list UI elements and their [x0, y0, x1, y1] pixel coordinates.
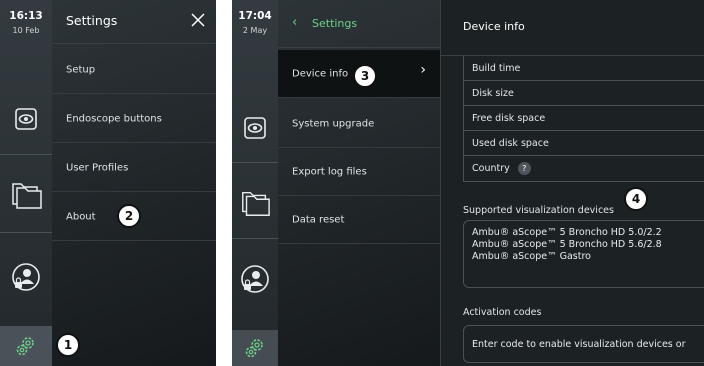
chevron-right-icon: › [420, 62, 426, 78]
settings-header: Settings [52, 0, 216, 44]
settings-screen-b: 17:04 2 May ‹ Settings Device info › Sys… [232, 0, 704, 366]
info-row-label: Used disk space [472, 137, 549, 149]
menu-item-setup[interactable]: Setup [52, 46, 216, 94]
eye-icon[interactable] [244, 117, 266, 139]
side-rail: 17:04 2 May [232, 0, 278, 366]
info-row-disk-size: Disk size [464, 81, 704, 106]
close-icon[interactable] [190, 12, 206, 32]
device-item: Ambu® aScope™ 5 Broncho HD 5.0/2.2 [472, 227, 662, 238]
eye-icon[interactable] [15, 108, 37, 130]
folders-icon[interactable] [9, 180, 43, 210]
supported-devices-label: Supported visualization devices [463, 205, 614, 216]
settings-menu: ‹ Settings Device info › System upgrade … [278, 0, 441, 366]
callout-2: 2 [117, 204, 141, 228]
menu-item-endoscope-buttons[interactable]: Endoscope buttons [52, 95, 216, 143]
menu-item-label: Setup [66, 64, 96, 75]
settings-screen-a: 16:13 10 Feb Settings Setup Endoscope bu… [0, 0, 216, 366]
info-row-free-disk-space: Free disk space [464, 106, 704, 131]
menu-item-system-upgrade[interactable]: System upgrade [278, 100, 440, 148]
detail-title: Device info [463, 20, 525, 33]
info-row-label: Free disk space [472, 112, 546, 124]
clock-date: 2 May [242, 26, 268, 35]
detail-header: Device info [441, 0, 704, 56]
callout-4: 4 [624, 187, 648, 211]
back-label[interactable]: Settings [312, 17, 357, 30]
menu-item-label: Data reset [292, 214, 345, 225]
clock-time: 16:13 [9, 10, 43, 22]
menu-item-label: User Profiles [66, 162, 129, 173]
menu-item-label: About [66, 211, 96, 222]
menu-item-label: System upgrade [292, 118, 375, 129]
info-row-used-disk-space: Used disk space [464, 131, 704, 156]
callout-3: 3 [353, 64, 377, 88]
menu-item-label: Endoscope buttons [66, 113, 162, 124]
activation-code-input[interactable]: Enter code to enable visualization devic… [463, 325, 704, 363]
side-rail: 16:13 10 Feb [0, 0, 52, 366]
settings-header[interactable]: ‹ Settings [278, 0, 440, 48]
gear-icon[interactable] [232, 330, 278, 366]
menu-item-data-reset[interactable]: Data reset [278, 196, 440, 244]
menu-item-label: Device info [292, 68, 349, 79]
settings-menu: Settings Setup Endoscope buttons User Pr… [52, 0, 216, 366]
info-row-label: Country [472, 163, 510, 174]
info-row-country: Country ? [464, 156, 704, 181]
info-row-label: Build time [472, 62, 521, 74]
menu-title: Settings [66, 13, 118, 28]
menu-item-export-log-files[interactable]: Export log files [278, 148, 440, 196]
gear-icon[interactable] [0, 326, 52, 366]
folders-icon[interactable] [239, 188, 271, 218]
device-item: Ambu® aScope™ Gastro [472, 251, 591, 262]
activation-codes-label: Activation codes [463, 307, 542, 318]
info-row-label: Disk size [472, 87, 514, 99]
user-lock-icon[interactable] [11, 262, 41, 292]
help-icon[interactable]: ? [517, 162, 531, 175]
supported-devices-list: Ambu® aScope™ 5 Broncho HD 5.0/2.2 Ambu®… [463, 220, 704, 288]
user-lock-icon[interactable] [240, 264, 270, 294]
info-row-build-time: Build time [464, 56, 704, 81]
chevron-left-icon[interactable]: ‹ [292, 15, 297, 30]
device-item: Ambu® aScope™ 5 Broncho HD 5.6/2.8 [472, 239, 662, 250]
clock-date: 10 Feb [12, 26, 40, 35]
callout-1: 1 [56, 333, 80, 357]
clock-time: 17:04 [238, 10, 272, 22]
menu-item-user-profiles[interactable]: User Profiles [52, 144, 216, 192]
device-info-table: Build time Disk size Free disk space Use… [463, 56, 704, 182]
device-info-panel: Device info Build time Disk size Free di… [441, 0, 704, 366]
menu-item-label: Export log files [292, 166, 367, 177]
